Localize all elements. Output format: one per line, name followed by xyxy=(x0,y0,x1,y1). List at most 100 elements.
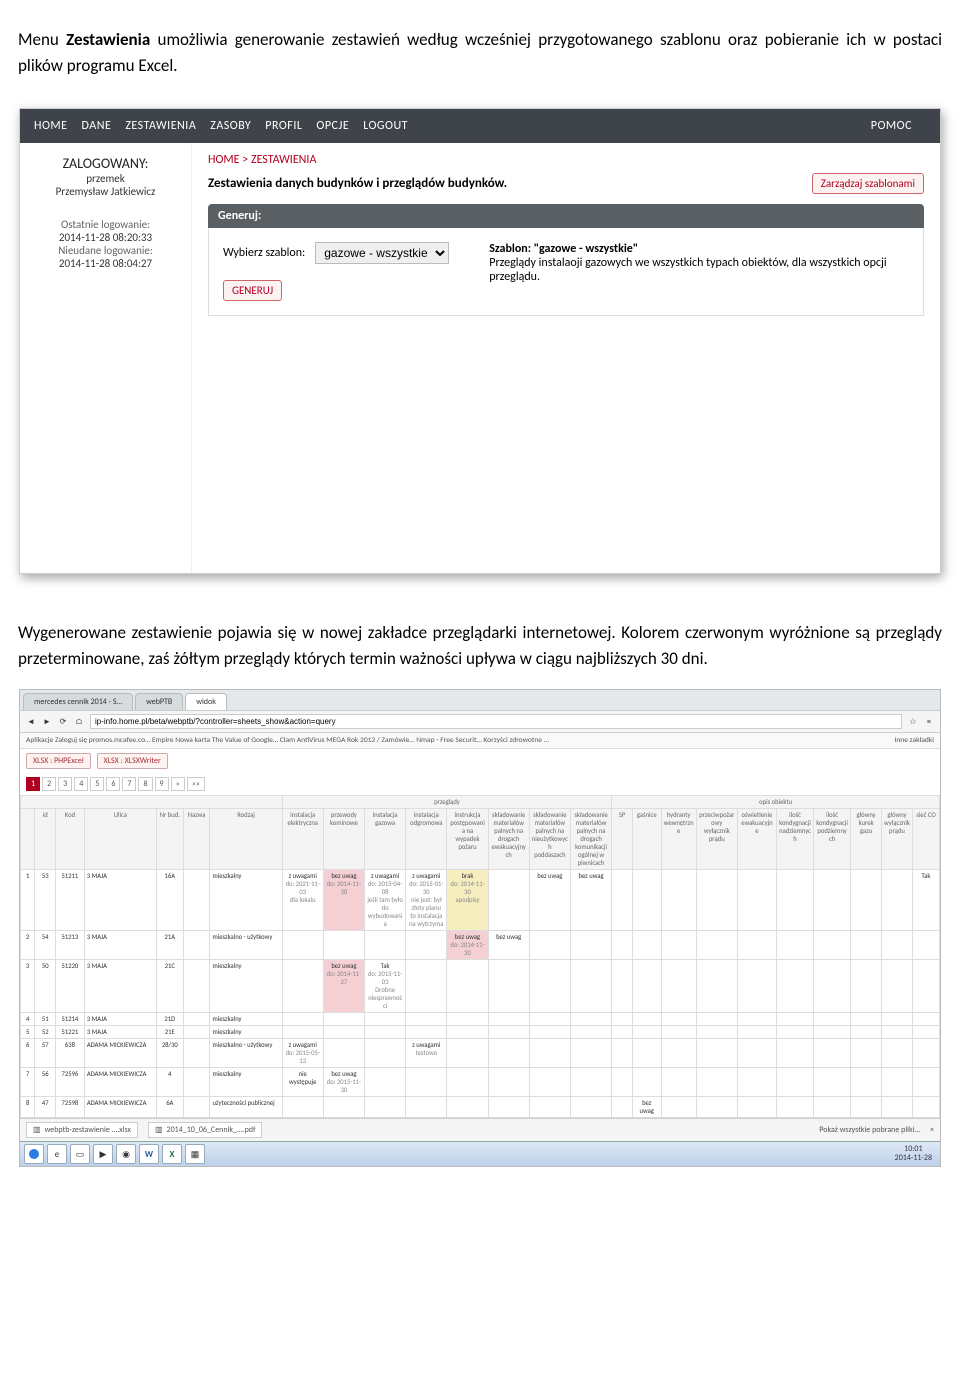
cell-c3: Takdo: 2015-11-03Drobne niesprawności xyxy=(365,960,406,1013)
reload-icon[interactable]: ⟳ xyxy=(58,717,68,727)
cell-c16 xyxy=(851,870,882,931)
nav-home[interactable]: HOME xyxy=(34,119,68,133)
col-c4: instalacja odgromowa xyxy=(406,809,447,870)
page-»»[interactable]: »» xyxy=(187,777,205,791)
cell-c1: nie występuje xyxy=(282,1068,323,1097)
cell-c2: bez uwagdo: 2015-11-30 xyxy=(323,1068,364,1097)
chrome-icon[interactable]: ◉ xyxy=(116,1144,136,1164)
cell-c1 xyxy=(282,960,323,1013)
word-icon[interactable]: W xyxy=(139,1144,159,1164)
report-table: przeglądy opis obiektu idKodUlicaNr bud.… xyxy=(20,795,940,1118)
cell-c17 xyxy=(882,1013,913,1026)
cell-id: 54 xyxy=(35,931,56,960)
manage-templates-button[interactable]: Zarządzaj szablonami xyxy=(812,173,924,194)
cell-nazwa xyxy=(183,1026,210,1039)
panel-header-generate: Generuj: xyxy=(208,204,924,228)
page-»[interactable]: » xyxy=(171,777,185,791)
cell-c13 xyxy=(737,1068,776,1097)
back-icon[interactable]: ◄ xyxy=(26,717,36,727)
cell-c9 xyxy=(612,1013,633,1026)
template-description: Szablon: "gazowe - wszystkie" Przeglądy … xyxy=(489,242,909,301)
nav-zasoby[interactable]: ZASOBY xyxy=(210,119,251,133)
address-input[interactable] xyxy=(90,714,902,729)
close-icon[interactable]: × xyxy=(930,1125,934,1135)
nav-profil[interactable]: PROFIL xyxy=(265,119,302,133)
downloaded-file-1[interactable]: ▥ webptb-zestawienie ….xlsx xyxy=(26,1122,138,1138)
app-icon[interactable]: ▦ xyxy=(185,1144,205,1164)
template-desc-body: Przeglądy instalaoji gazowych we wszystk… xyxy=(489,256,909,284)
cell-c2 xyxy=(323,1026,364,1039)
ie-icon[interactable]: e xyxy=(47,1144,67,1164)
other-bookmarks[interactable]: Inne zakładki xyxy=(894,736,934,745)
page-4[interactable]: 4 xyxy=(74,777,88,791)
media-icon[interactable]: ▶ xyxy=(93,1144,113,1164)
col-c1: instalacja elektryczna xyxy=(282,809,323,870)
cell-c4 xyxy=(406,1026,447,1039)
top-navbar: HOME DANE ZESTAWIENIA ZASOBY PROFIL OPCJ… xyxy=(20,109,940,143)
cell-c3 xyxy=(365,1026,406,1039)
cell-c2 xyxy=(323,1039,364,1068)
downloaded-file-2[interactable]: ▥ 2014_10_06_Cennik_….pdf xyxy=(148,1122,262,1138)
page-2[interactable]: 2 xyxy=(42,777,56,791)
col-nazwa: Nazwa xyxy=(183,809,210,870)
page-9[interactable]: 9 xyxy=(155,777,169,791)
page-1[interactable]: 1 xyxy=(26,777,40,791)
cell-c9 xyxy=(612,870,633,931)
logged-in-title: ZALOGOWANY: xyxy=(28,155,183,172)
browser-tabstrip: mercedes cennik 2014 - S… webPTB widok xyxy=(20,690,940,710)
cell-c14 xyxy=(776,1039,813,1068)
nav-opcje[interactable]: OPCJE xyxy=(316,119,349,133)
col-c5: instrukcja postępowania na wypadek pożar… xyxy=(447,809,488,870)
cell-rodzaj: mieszkalny xyxy=(210,1026,282,1039)
page-5[interactable]: 5 xyxy=(90,777,104,791)
export-phpexcel-button[interactable]: XLSX : PHPExcel xyxy=(26,753,91,769)
nav-pomoc[interactable]: POMOC xyxy=(871,119,912,133)
cell-c4 xyxy=(406,1097,447,1118)
cell-c17 xyxy=(882,1026,913,1039)
cell-c8 xyxy=(570,1068,611,1097)
cell-c16 xyxy=(851,960,882,1013)
cell-c4 xyxy=(406,931,447,960)
page-8[interactable]: 8 xyxy=(138,777,152,791)
home-icon[interactable]: ⌂ xyxy=(74,717,84,727)
cell-c4 xyxy=(406,1068,447,1097)
cell-c13 xyxy=(737,1013,776,1026)
cell-c11 xyxy=(661,1068,696,1097)
taskbar-clock[interactable]: 10:01 2014-11-28 xyxy=(891,1145,936,1163)
cell-c12 xyxy=(696,870,737,931)
excel-icon[interactable]: X xyxy=(162,1144,182,1164)
nav-logout[interactable]: LOGOUT xyxy=(363,119,408,133)
nav-dane[interactable]: DANE xyxy=(82,119,112,133)
page-3[interactable]: 3 xyxy=(58,777,72,791)
page-7[interactable]: 7 xyxy=(122,777,136,791)
browser-tab-1[interactable]: mercedes cennik 2014 - S… xyxy=(23,693,133,710)
menu-icon[interactable]: ≡ xyxy=(924,717,934,727)
breadcrumb[interactable]: HOME > ZESTAWIENIA xyxy=(208,153,924,167)
template-select[interactable]: gazowe - wszystkie xyxy=(315,242,449,264)
star-icon[interactable]: ☆ xyxy=(908,717,918,727)
export-xlsxwriter-button[interactable]: XLSX : XLSXWriter xyxy=(97,753,168,769)
cell-c2 xyxy=(323,1097,364,1118)
cell-c11 xyxy=(661,960,696,1013)
nav-zestawienia[interactable]: ZESTAWIENIA xyxy=(125,119,196,133)
cell-nazwa xyxy=(183,1097,210,1118)
start-button-icon[interactable] xyxy=(24,1144,44,1164)
generate-button[interactable]: GENERUJ xyxy=(223,280,282,301)
table-row: 75672596ADAMA MICKIEWICZA4mieszkalnynie … xyxy=(21,1068,940,1097)
browser-tab-3[interactable]: widok xyxy=(185,693,227,710)
show-all-downloads-link[interactable]: Pokaż wszystkie pobrane pliki… xyxy=(819,1125,920,1135)
cell-c3 xyxy=(365,1097,406,1118)
explorer-icon[interactable]: ▭ xyxy=(70,1144,90,1164)
bookmark-items[interactable]: Aplikacje Zaloguj się promos.mcafee.co… … xyxy=(26,736,549,745)
cell-c12 xyxy=(696,931,737,960)
cell-c6 xyxy=(488,1039,529,1068)
sidebar-login-info: ZALOGOWANY: przemek Przemysław Jatkiewic… xyxy=(20,143,192,573)
page-6[interactable]: 6 xyxy=(106,777,120,791)
cell-c3: z uwagamido: 2015-04-08jeśli tam było do… xyxy=(365,870,406,931)
forward-icon[interactable]: ► xyxy=(42,717,52,727)
pdf-icon: ▥ xyxy=(155,1125,163,1135)
bookmarks-bar[interactable]: Aplikacje Zaloguj się promos.mcafee.co… … xyxy=(20,733,940,749)
cell-id: 56 xyxy=(35,1068,56,1097)
cell-nrbud: 16A xyxy=(156,870,183,931)
browser-tab-2[interactable]: webPTB xyxy=(135,693,183,710)
